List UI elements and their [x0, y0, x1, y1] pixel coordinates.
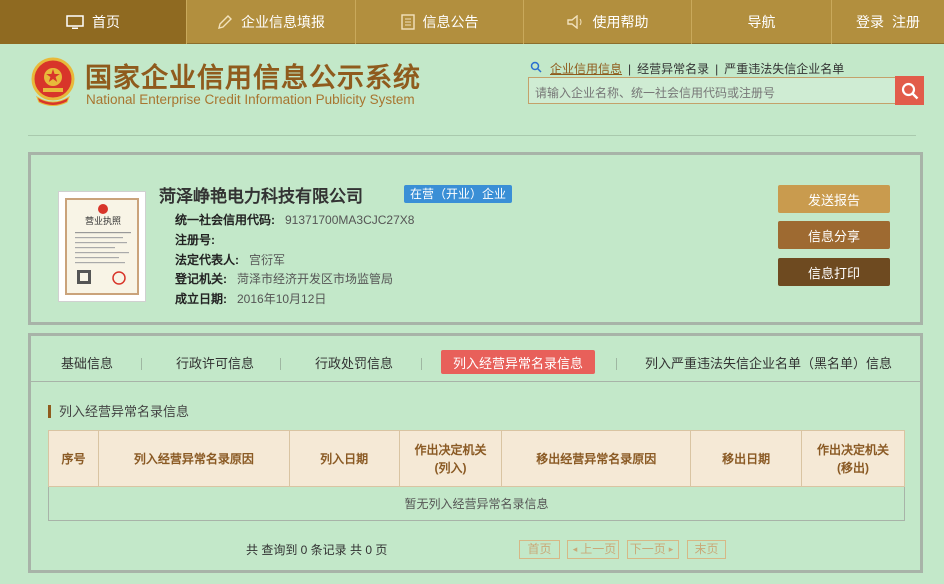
field-label: 法定代表人: — [175, 253, 239, 267]
nav-guide[interactable]: 导航 — [692, 0, 832, 44]
nav-account: 登录 注册 — [832, 0, 944, 44]
top-navigation: 首页 企业信息填报 信息公告 使用帮助 导航 登录 注册 — [0, 0, 944, 44]
abnormal-list-table: 序号 列入经营异常名录原因 列入日期 作出决定机关 (列入) 移出经营异常名录原… — [48, 430, 905, 521]
share-info-button[interactable]: 信息分享 — [778, 221, 890, 249]
field-value: 菏泽市经济开发区市场监管局 — [237, 272, 394, 286]
national-emblem-icon — [29, 55, 77, 109]
tab-bar: 基础信息 行政许可信息 行政处罚信息 列入经营异常名录信息 列入严重违法失信企业… — [31, 336, 920, 382]
link-separator: | — [628, 61, 632, 76]
table-row: 暂无列入经营异常名录信息 — [48, 486, 905, 521]
print-info-button[interactable]: 信息打印 — [778, 258, 890, 286]
company-info-panel: 营业执照 菏泽峥艳电力科技有限公司 在营（开业）企业 统一社会信用代码: 9137… — [28, 152, 923, 325]
link-abnormal-list[interactable]: 经营异常名录 — [637, 60, 709, 77]
business-license-image[interactable]: 营业执照 — [58, 191, 146, 302]
col-inclusion-reason: 列入经营异常名录原因 — [97, 430, 290, 487]
nav-notice[interactable]: 信息公告 — [356, 0, 524, 44]
tab-abnormal-list[interactable]: 列入经营异常名录信息 — [441, 350, 596, 374]
tab-admin-license[interactable]: 行政许可信息 — [176, 350, 254, 374]
register-link[interactable]: 注册 — [892, 12, 920, 32]
nav-home-label: 首页 — [92, 14, 120, 30]
field-establishment-date: 成立日期: 2016年10月12日 — [175, 290, 326, 307]
link-separator: | — [715, 61, 719, 76]
system-title: 国家企业信用信息公示系统 — [85, 63, 421, 93]
tab-separator — [141, 358, 142, 370]
link-blacklist[interactable]: 严重违法失信企业名单 — [724, 60, 844, 77]
login-link[interactable]: 登录 — [856, 12, 884, 32]
status-badge: 在营（开业）企业 — [404, 185, 513, 203]
field-label: 注册号: — [175, 233, 215, 247]
chevron-left-icon: ◂ — [572, 544, 578, 554]
company-name: 菏泽峥艳电力科技有限公司 — [159, 187, 363, 206]
header-divider — [28, 135, 916, 136]
field-label: 成立日期: — [175, 292, 227, 306]
nav-help[interactable]: 使用帮助 — [524, 0, 692, 44]
field-registration-authority: 登记机关: 菏泽市经济开发区市场监管局 — [175, 270, 393, 287]
license-frame: 营业执照 — [65, 198, 139, 295]
nav-enterprise-fill-label: 企业信息填报 — [241, 14, 325, 30]
last-page-button[interactable]: 末页 — [687, 540, 726, 559]
search-icon — [530, 61, 542, 76]
next-page-label: 下一页 — [629, 542, 666, 556]
section-title: 列入经营异常名录信息 — [48, 405, 189, 418]
first-page-label: 首页 — [527, 542, 552, 556]
document-icon — [400, 14, 415, 30]
field-registration-number: 注册号: — [175, 231, 225, 248]
last-page-label: 末页 — [694, 542, 719, 556]
field-legal-representative: 法定代表人: 宫衍军 — [175, 251, 285, 268]
chevron-right-icon: ▸ — [668, 544, 674, 554]
search-icon — [901, 82, 918, 99]
search-type-links: 企业信用信息 | 经营异常名录 | 严重违法失信企业名单 — [530, 60, 850, 77]
table-header-row: 序号 列入经营异常名录原因 列入日期 作出决定机关 (列入) 移出经营异常名录原… — [48, 430, 905, 487]
nav-guide-label: 导航 — [747, 14, 776, 30]
nav-home[interactable]: 首页 — [0, 0, 187, 44]
link-enterprise-credit[interactable]: 企业信用信息 — [550, 60, 622, 77]
tab-blacklist[interactable]: 列入严重违法失信企业名单（黑名单）信息 — [645, 350, 892, 374]
col-removal-reason: 移出经营异常名录原因 — [501, 430, 692, 487]
tab-admin-penalty[interactable]: 行政处罚信息 — [315, 350, 393, 374]
field-value: 2016年10月12日 — [237, 292, 327, 306]
tab-separator — [616, 358, 617, 370]
search-button[interactable] — [895, 76, 924, 105]
field-credit-code: 统一社会信用代码: 91371700MA3CJC27X8 — [175, 211, 414, 228]
record-summary: 共 查询到 0 条记录 共 0 页 — [246, 543, 388, 557]
next-page-button[interactable]: 下一页 ▸ — [627, 540, 679, 559]
prev-page-label: 上一页 — [580, 542, 617, 556]
first-page-button[interactable]: 首页 — [519, 540, 560, 559]
col-inclusion-authority: 作出决定机关 (列入) — [398, 430, 503, 487]
send-report-button[interactable]: 发送报告 — [778, 185, 890, 213]
tab-separator — [421, 358, 422, 370]
prev-page-button[interactable]: ◂ 上一页 — [567, 540, 619, 559]
nav-help-label: 使用帮助 — [592, 14, 649, 30]
col-removal-date: 移出日期 — [690, 430, 803, 487]
detail-tabs-panel: 基础信息 行政许可信息 行政处罚信息 列入经营异常名录信息 列入严重违法失信企业… — [28, 333, 923, 573]
nav-notice-label: 信息公告 — [422, 14, 479, 30]
nav-enterprise-fill[interactable]: 企业信息填报 — [187, 0, 356, 44]
field-label: 登记机关: — [175, 272, 227, 286]
tab-separator — [280, 358, 281, 370]
system-title-en: National Enterprise Credit Information P… — [86, 92, 415, 107]
empty-message: 暂无列入经营异常名录信息 — [48, 486, 905, 521]
license-title: 营业执照 — [85, 215, 121, 227]
col-removal-authority: 作出决定机关 (移出) — [801, 430, 905, 487]
field-value: 91371700MA3CJC27X8 — [285, 213, 415, 227]
tab-basic-info[interactable]: 基础信息 — [61, 350, 113, 374]
col-inclusion-date: 列入日期 — [288, 430, 400, 487]
col-index: 序号 — [48, 430, 99, 487]
field-value: 宫衍军 — [249, 253, 286, 267]
field-label: 统一社会信用代码: — [175, 213, 275, 227]
speaker-icon — [566, 15, 585, 29]
edit-icon — [217, 14, 233, 30]
monitor-icon — [66, 14, 84, 30]
search-input[interactable]: 请输入企业名称、统一社会信用代码或注册号 — [528, 77, 896, 104]
